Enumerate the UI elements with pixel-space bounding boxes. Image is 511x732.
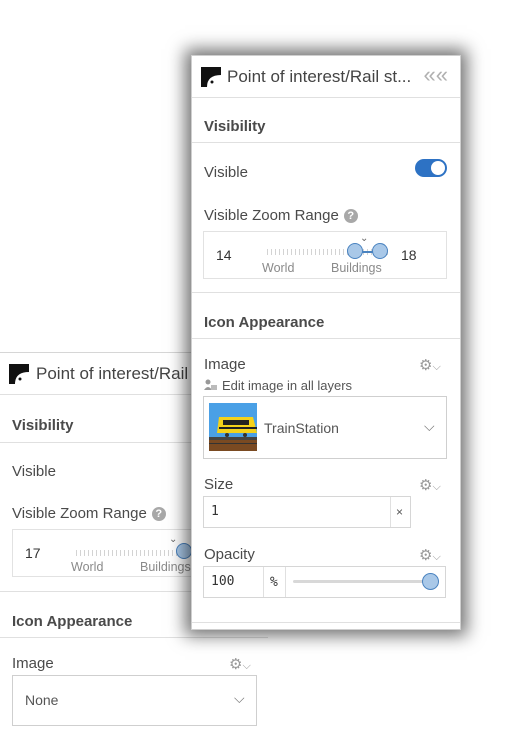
size-label: Size [204, 476, 234, 493]
image-select-value: TrainStation [264, 420, 339, 436]
image-select[interactable]: TrainStation ⌵ [203, 396, 447, 459]
size-settings-gear-icon[interactable]: ⚙⌵ [419, 476, 441, 494]
max-zoom-value: 18 [401, 247, 417, 263]
visible-label: Visible [204, 164, 248, 181]
min-zoom-value: 17 [25, 545, 41, 561]
app-logo-icon [201, 67, 221, 87]
opacity-unit: % [270, 575, 278, 590]
style-panel: Point of interest/Rail st... «« Visibili… [191, 55, 461, 630]
icon-appearance-section-title: Icon Appearance [12, 613, 133, 630]
current-scale-caret: ⌄ [169, 534, 178, 545]
help-icon[interactable]: ? [151, 507, 166, 521]
chevron-down-icon: ⌵ [242, 660, 251, 672]
train-station-image [209, 403, 257, 451]
divider [0, 637, 268, 638]
size-input-value: 1 [211, 504, 219, 519]
min-zoom-handle[interactable] [347, 243, 363, 259]
opacity-settings-gear-icon[interactable]: ⚙⌵ [419, 546, 441, 564]
opacity-control: 100 % [203, 566, 446, 598]
app-logo-icon [9, 364, 29, 384]
image-settings-gear-icon[interactable]: ⚙⌵ [229, 655, 251, 673]
divider [285, 567, 286, 597]
chevron-down-icon: ⌵ [432, 551, 441, 563]
image-label: Image [204, 356, 246, 373]
panel-title: Point of interest/Rail st... [227, 67, 412, 86]
scale-world-label: World [71, 560, 104, 574]
visible-label: Visible [12, 463, 56, 480]
zoom-range-label: Visible Zoom Range? [12, 505, 166, 522]
min-zoom-handle[interactable] [176, 543, 192, 559]
panel-header: Point of interest/Rail st... «« [192, 56, 460, 98]
image-settings-gear-icon[interactable]: ⚙⌵ [419, 356, 441, 374]
opacity-slider-track[interactable] [293, 580, 435, 583]
divider [192, 142, 460, 143]
icon-appearance-section-title: Icon Appearance [204, 314, 325, 331]
zoom-range-control[interactable]: 14 ⌄ 18 World Buildings [203, 231, 447, 279]
edit-image-all-layers-link[interactable]: Edit image in all layers [204, 378, 352, 393]
chevron-down-icon: ⌵ [432, 361, 441, 373]
scale-buildings-label: Buildings [140, 560, 191, 574]
image-select-value: None [25, 692, 59, 708]
zoom-range-label: Visible Zoom Range? [204, 207, 358, 224]
image-select[interactable]: None ⌵ [12, 675, 257, 726]
size-input[interactable]: 1 × [203, 496, 411, 528]
divider [192, 622, 460, 623]
collapse-panel-icon[interactable]: «« [424, 64, 449, 86]
visibility-section-title: Visibility [12, 417, 74, 434]
image-label: Image [12, 655, 54, 672]
divider [390, 497, 391, 527]
help-icon[interactable]: ? [343, 209, 358, 223]
scale-world-label: World [262, 261, 295, 275]
chevron-down-icon: ⌵ [234, 690, 245, 706]
scale-buildings-label: Buildings [331, 261, 382, 275]
min-zoom-value: 14 [216, 247, 232, 263]
divider [263, 567, 264, 597]
divider [192, 338, 460, 339]
max-zoom-handle[interactable] [372, 243, 388, 259]
toggle-knob [431, 161, 445, 175]
clear-size-button[interactable]: × [396, 505, 403, 519]
visible-toggle[interactable] [415, 159, 447, 177]
opacity-slider-thumb[interactable] [422, 573, 439, 590]
current-scale-caret: ⌄ [360, 233, 369, 244]
chevron-down-icon: ⌵ [432, 481, 441, 493]
divider [192, 292, 460, 293]
opacity-label: Opacity [204, 546, 255, 563]
visibility-section-title: Visibility [204, 118, 266, 135]
layers-user-icon [204, 379, 217, 390]
opacity-input-value[interactable]: 100 [211, 574, 234, 589]
chevron-down-icon: ⌵ [424, 418, 435, 434]
